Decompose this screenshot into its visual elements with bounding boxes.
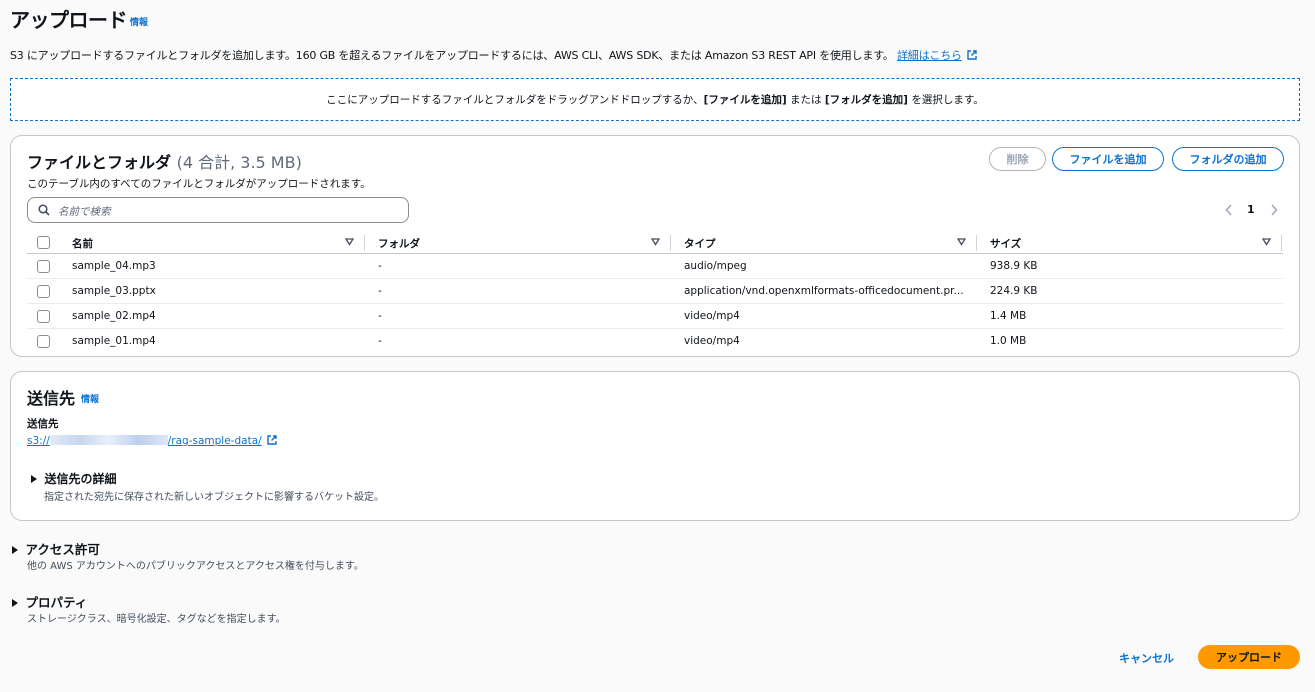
page-number[interactable]: 1 (1247, 203, 1255, 216)
page-description: S3 にアップロードするファイルとフォルダを追加します。160 GB を超えるフ… (10, 47, 977, 63)
cancel-button[interactable]: キャンセル (1119, 650, 1174, 666)
files-subtitle: このテーブル内のすべてのファイルとフォルダがアップロードされます。 (27, 178, 371, 190)
row-checkbox[interactable] (37, 310, 50, 323)
file-folder: - (378, 260, 382, 272)
select-all-checkbox[interactable] (37, 236, 50, 249)
table-row[interactable]: sample_04.mp3 - audio/mpeg 938.9 KB (27, 254, 1283, 279)
file-name: sample_03.pptx (72, 285, 156, 297)
search-placeholder: 名前で検索 (58, 206, 111, 218)
upload-button[interactable]: アップロード (1198, 645, 1300, 669)
table-header: 名前 フォルダ タイプ サイズ (27, 232, 1283, 254)
file-folder: - (378, 335, 382, 347)
column-name[interactable]: 名前 (72, 236, 93, 251)
add-folder-button[interactable]: フォルダの追加 (1172, 147, 1284, 171)
caret-right-icon (12, 599, 18, 607)
file-type: video/mp4 (684, 335, 740, 347)
external-link-icon (967, 50, 977, 60)
table-row[interactable]: sample_03.pptx - application/vnd.openxml… (27, 279, 1283, 304)
redacted-bucket-name (49, 435, 168, 445)
file-size: 1.0 MB (990, 335, 1027, 347)
destination-heading: 送信先 (27, 389, 76, 408)
properties-desc: ストレージクラス、暗号化設定、タグなどを指定します。 (27, 614, 286, 625)
sort-icon[interactable] (1262, 237, 1271, 246)
sort-icon[interactable] (345, 237, 354, 246)
page-title: アップロード (10, 8, 128, 32)
learn-more-link[interactable]: 詳細はこちら (897, 49, 962, 62)
permissions-desc: 他の AWS アカウントへのパブリックアクセスとアクセス権を付与します。 (27, 561, 364, 572)
file-name: sample_04.mp3 (72, 260, 156, 272)
destination-info-link[interactable]: 情報 (81, 392, 99, 405)
sort-icon[interactable] (651, 237, 660, 246)
file-folder: - (378, 285, 382, 297)
search-input[interactable]: 名前で検索 (27, 197, 409, 223)
files-heading: ファイルとフォルダ (4 合計, 3.5 MB) (27, 153, 302, 172)
row-checkbox[interactable] (37, 335, 50, 348)
permissions-toggle[interactable]: アクセス許可 (12, 539, 100, 558)
file-size: 938.9 KB (990, 260, 1038, 272)
drop-zone[interactable]: ここにアップロードするファイルとフォルダをドラッグアンドドロップするか、 [ファイ… (10, 78, 1300, 121)
external-link-icon (267, 435, 277, 445)
properties-toggle[interactable]: プロパティ (12, 592, 87, 611)
column-folder[interactable]: フォルダ (378, 236, 420, 251)
destination-label: 送信先 (27, 418, 59, 430)
chevron-left-icon[interactable] (1225, 204, 1233, 216)
file-type: video/mp4 (684, 310, 740, 322)
table-row[interactable]: sample_02.mp4 - video/mp4 1.4 MB (27, 304, 1283, 329)
delete-button[interactable]: 削除 (989, 147, 1046, 171)
search-icon (38, 204, 50, 216)
destination-details-toggle[interactable]: 送信先の詳細 (31, 470, 117, 487)
column-size[interactable]: サイズ (990, 236, 1021, 251)
file-name: sample_02.mp4 (72, 310, 156, 322)
chevron-right-icon[interactable] (1270, 204, 1278, 216)
table-row[interactable]: sample_01.mp4 - video/mp4 1.0 MB (27, 329, 1283, 354)
destination-path[interactable]: s3:///rag-sample-data/ (27, 435, 277, 447)
destination-container: 送信先 情報 送信先 s3:///rag-sample-data/ 送信先の詳細… (10, 371, 1300, 521)
add-files-button[interactable]: ファイルを追加 (1052, 147, 1164, 171)
file-type: application/vnd.openxmlformats-officedoc… (684, 285, 964, 297)
file-size: 224.9 KB (990, 285, 1038, 297)
sort-icon[interactable] (957, 237, 966, 246)
file-folder: - (378, 310, 382, 322)
file-type: audio/mpeg (684, 260, 747, 272)
row-checkbox[interactable] (37, 260, 50, 273)
info-link[interactable]: 情報 (130, 15, 148, 28)
caret-right-icon (31, 475, 37, 483)
destination-details-desc: 指定された宛先に保存された新しいオブジェクトに影響するバケット設定。 (44, 492, 384, 503)
files-container: ファイルとフォルダ (4 合計, 3.5 MB) このテーブル内のすべてのファイ… (10, 135, 1300, 357)
caret-right-icon (12, 546, 18, 554)
column-type[interactable]: タイプ (684, 236, 716, 251)
file-name: sample_01.mp4 (72, 335, 156, 347)
files-count: (4 合計, 3.5 MB) (176, 153, 302, 172)
row-checkbox[interactable] (37, 285, 50, 298)
file-size: 1.4 MB (990, 310, 1027, 322)
